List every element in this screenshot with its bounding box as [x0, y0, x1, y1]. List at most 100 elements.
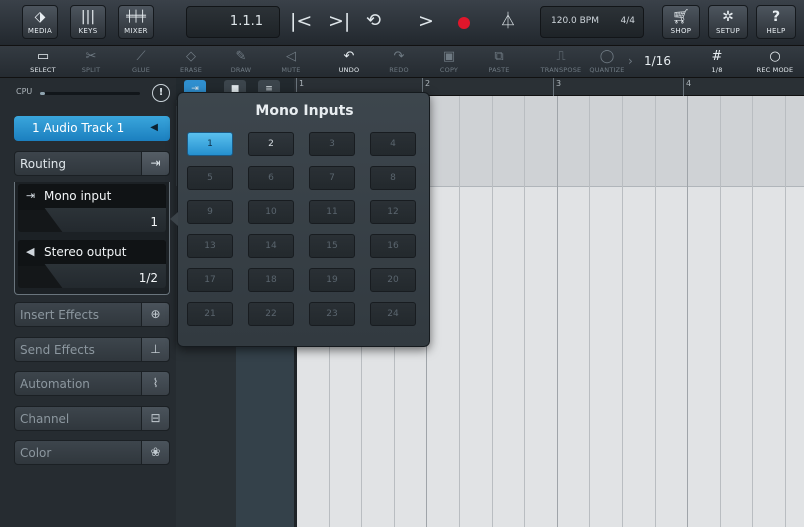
glue-icon: ⟋ — [136, 49, 146, 64]
help-button[interactable]: ? HELP — [756, 5, 796, 39]
channel-icon: ⊟ — [141, 407, 169, 430]
send-effects-label: Send Effects — [20, 343, 95, 357]
grid-line — [654, 96, 656, 527]
color-section[interactable]: Color ❀ — [14, 440, 170, 465]
record-icon[interactable] — [458, 17, 470, 29]
erase-tool[interactable]: ◇ ERASE — [168, 48, 214, 76]
automation-section[interactable]: Automation ⌇ — [14, 371, 170, 396]
keys-button[interactable]: ||| KEYS — [70, 5, 106, 39]
routing-label: Routing — [20, 157, 67, 171]
input-channel-11-button[interactable]: 11 — [309, 200, 355, 224]
mixer-button[interactable]: ╪╪╪ MIXER — [118, 5, 154, 39]
redo-button[interactable]: ↷ REDO — [376, 48, 422, 76]
insert-effects-section[interactable]: Insert Effects ⊕ — [14, 302, 170, 327]
input-channel-15-button[interactable]: 15 — [309, 234, 355, 258]
quantize-value[interactable]: 1/16 — [644, 54, 671, 68]
copy-button[interactable]: ▣ COPY — [426, 48, 472, 76]
quantize-button[interactable]: ◯ QUANTIZE — [584, 48, 630, 76]
input-channel-5-button[interactable]: 5 — [187, 166, 233, 190]
quantize-label: QUANTIZE — [589, 66, 625, 74]
input-channel-6-button[interactable]: 6 — [248, 166, 294, 190]
grid-button[interactable]: # 1/8 — [694, 48, 740, 76]
input-channel-13-button[interactable]: 13 — [187, 234, 233, 258]
help-icon: ? — [771, 8, 781, 25]
shop-label: SHOP — [670, 26, 692, 35]
input-channel-14-button[interactable]: 14 — [248, 234, 294, 258]
popup-title: Mono Inputs — [255, 103, 354, 119]
scissors-icon: ✂ — [85, 49, 97, 64]
output-label: Stereo output — [44, 245, 127, 259]
glue-tool[interactable]: ⟋ GLUE — [118, 48, 164, 76]
collapse-arrow-icon[interactable]: ◀ — [150, 122, 158, 133]
mono-inputs-popup: Mono Inputs 1 2 3 4 5 6 7 8 9 10 11 12 13 14 15 16 17 18 1… — [177, 92, 430, 347]
input-channel-18-button[interactable]: 18 — [248, 268, 294, 292]
stereo-output-selector[interactable]: ◀ Stereo output 1/2 — [18, 240, 166, 288]
color-icon: ❀ — [141, 441, 169, 464]
output-value: 1/2 — [138, 271, 158, 285]
routing-section-header[interactable]: Routing ⇥ — [14, 151, 170, 176]
input-channel-2-button[interactable]: 2 — [248, 132, 294, 156]
setup-button[interactable]: ✲ SETUP — [708, 5, 748, 39]
input-channel-22-button[interactable]: 22 — [248, 302, 294, 326]
split-tool[interactable]: ✂ SPLIT — [68, 48, 114, 76]
input-channel-24-button[interactable]: 24 — [370, 302, 416, 326]
transpose-button[interactable]: ⎍ TRANSPOSE — [538, 48, 584, 76]
input-channel-8-button[interactable]: 8 — [370, 166, 416, 190]
input-channel-1-button[interactable]: 1 — [187, 132, 233, 156]
media-label: MEDIA — [27, 26, 53, 35]
mono-input-selector[interactable]: ⇥ Mono input 1 — [18, 184, 166, 232]
cart-icon: 🛒︎ — [672, 8, 690, 25]
copy-label: COPY — [439, 66, 459, 74]
input-channel-10-button[interactable]: 10 — [248, 200, 294, 224]
rec-mode-button[interactable]: ○ REC MODE — [752, 48, 798, 76]
mute-tool[interactable]: ◁ MUTE — [268, 48, 314, 76]
position-display[interactable]: 1.1.1 — [186, 6, 280, 38]
input-channel-20-button[interactable]: 20 — [370, 268, 416, 292]
time-signature-value: 4/4 — [620, 16, 635, 26]
transpose-icon: ⎍ — [556, 49, 566, 64]
tempo-display[interactable]: 120.0 BPM 4/4 — [540, 6, 644, 38]
grid-line — [622, 96, 623, 527]
input-channel-4-button[interactable]: 4 — [370, 132, 416, 156]
input-channel-17-button[interactable]: 17 — [187, 268, 233, 292]
grid-line — [556, 96, 558, 527]
rewind-to-start-icon[interactable]: |< — [290, 10, 312, 32]
loop-icon[interactable]: ⟲ — [366, 10, 381, 32]
shop-button[interactable]: 🛒︎ SHOP — [662, 5, 700, 39]
paste-button[interactable]: ⧉ PASTE — [476, 48, 522, 76]
grid-line — [524, 96, 526, 527]
input-channel-16-button[interactable]: 16 — [370, 234, 416, 258]
input-channel-12-button[interactable]: 12 — [370, 200, 416, 224]
input-channel-21-button[interactable]: 21 — [187, 302, 233, 326]
input-channel-23-button[interactable]: 23 — [309, 302, 355, 326]
track-name-header[interactable]: 1 Audio Track 1 ◀ — [14, 116, 170, 141]
rec-mode-icon: ○ — [769, 49, 781, 64]
input-channel-19-button[interactable]: 19 — [309, 268, 355, 292]
input-channel-9-button[interactable]: 9 — [187, 200, 233, 224]
track-name-label: 1 Audio Track 1 — [32, 121, 125, 135]
input-channel-3-button[interactable]: 3 — [309, 132, 355, 156]
select-icon: ▭ — [36, 49, 50, 64]
output-speaker-icon: ◀ — [26, 245, 35, 258]
play-icon[interactable]: > — [418, 10, 434, 32]
draw-tool[interactable]: ✎ DRAW — [218, 48, 264, 76]
cpu-warning-icon[interactable]: ! — [152, 84, 170, 102]
skip-to-end-icon[interactable]: >| — [328, 10, 350, 32]
send-effects-section[interactable]: Send Effects ⊥ — [14, 337, 170, 362]
media-button[interactable]: ⬗ MEDIA — [22, 5, 58, 39]
select-tool[interactable]: ▭ SELECT — [20, 48, 66, 76]
input-channel-7-button[interactable]: 7 — [309, 166, 355, 190]
channel-section[interactable]: Channel ⊟ — [14, 406, 170, 431]
redo-label: REDO — [389, 66, 409, 74]
channel-label: Channel — [20, 412, 70, 426]
undo-button[interactable]: ↶ UNDO — [326, 48, 372, 76]
metronome-icon[interactable]: ⏃ — [500, 10, 516, 32]
copy-icon: ▣ — [442, 49, 456, 64]
insert-effects-icon: ⊕ — [141, 303, 169, 326]
input-icon: ⇥ — [26, 189, 36, 202]
cpu-meter-row: CPU ! — [6, 82, 170, 104]
send-effects-icon: ⊥ — [141, 338, 169, 361]
undo-icon: ↶ — [343, 49, 355, 64]
grid-line — [752, 96, 754, 527]
tool-bar: ▭ SELECT ✂ SPLIT ⟋ GLUE ◇ ERASE ✎ DRAW ◁… — [0, 46, 804, 78]
